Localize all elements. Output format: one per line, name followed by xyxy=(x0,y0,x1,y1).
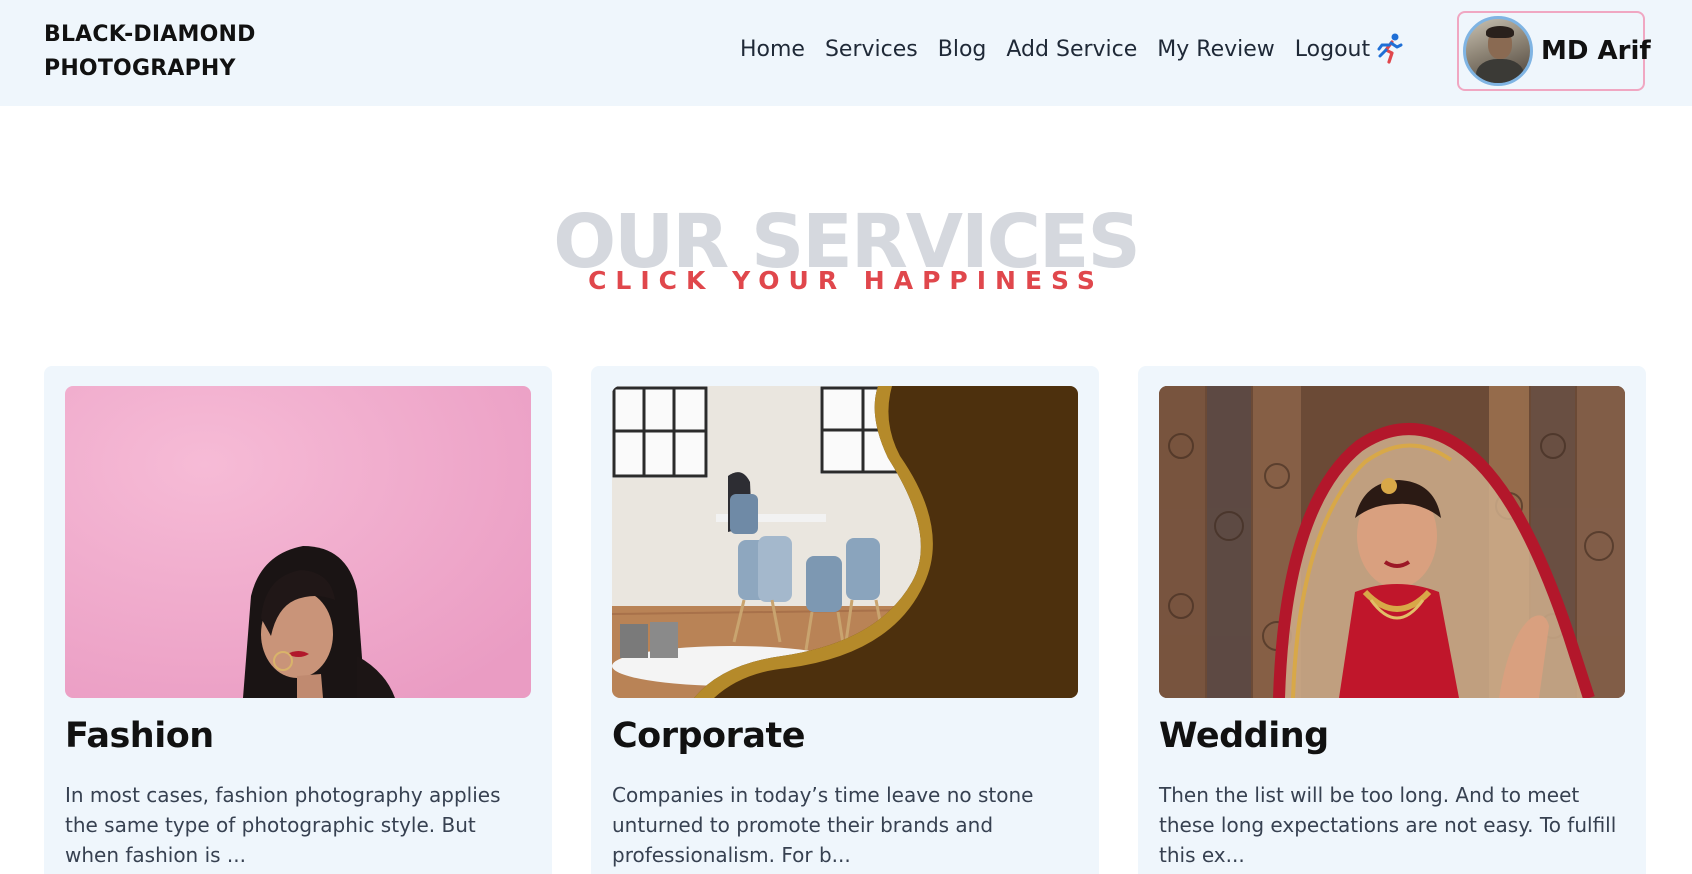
user-avatar xyxy=(1463,16,1533,86)
service-desc-corporate: Companies in today’s time leave no stone… xyxy=(612,783,1034,867)
service-title-wedding: Wedding xyxy=(1159,716,1329,756)
navbar: BLACK-DIAMOND PHOTOGRAPHY Home Services … xyxy=(0,0,1692,106)
logout-button[interactable]: Logout xyxy=(1294,33,1404,64)
service-desc-wedding: Then the list will be too long. And to m… xyxy=(1159,783,1617,867)
brand-line-1: BLACK-DIAMOND xyxy=(44,22,256,47)
corporate-photo[interactable] xyxy=(612,386,1078,698)
service-desc-fashion: In most cases, fashion photography appli… xyxy=(65,783,501,867)
running-person-icon xyxy=(1377,33,1403,64)
service-card-wedding[interactable]: Wedding Then the list will be too long. … xyxy=(1138,366,1646,874)
brand-logo[interactable]: BLACK-DIAMOND PHOTOGRAPHY xyxy=(44,18,284,86)
wedding-photo[interactable] xyxy=(1159,386,1625,698)
nav-services[interactable]: Services xyxy=(825,37,918,62)
service-title-corporate: Corporate xyxy=(612,716,805,756)
logout-label: Logout xyxy=(1294,36,1371,62)
brand-line-2: PHOTOGRAPHY xyxy=(44,56,236,81)
section-subtitle: CLICK YOUR HAPPINESS xyxy=(588,266,1104,295)
nav-add-service[interactable]: Add Service xyxy=(1006,37,1137,62)
service-title-fashion: Fashion xyxy=(65,716,214,756)
services-list: Fashion In most cases, fashion photograp… xyxy=(44,366,1646,874)
services-heading: OUR SERVICES CLICK YOUR HAPPINESS xyxy=(0,200,1692,300)
nav-my-review[interactable]: My Review xyxy=(1157,37,1275,62)
service-card-corporate[interactable]: Corporate Companies in today’s time leav… xyxy=(591,366,1099,874)
nav-home[interactable]: Home xyxy=(740,37,805,62)
nav-links: Home Services Blog Add Service My Review… xyxy=(740,33,1404,64)
nav-blog[interactable]: Blog xyxy=(938,37,987,62)
profile-name: MD Arif xyxy=(1541,36,1651,66)
fashion-photo[interactable] xyxy=(65,386,531,698)
profile-card[interactable]: MD Arif xyxy=(1457,11,1651,91)
service-card-fashion[interactable]: Fashion In most cases, fashion photograp… xyxy=(44,366,552,874)
